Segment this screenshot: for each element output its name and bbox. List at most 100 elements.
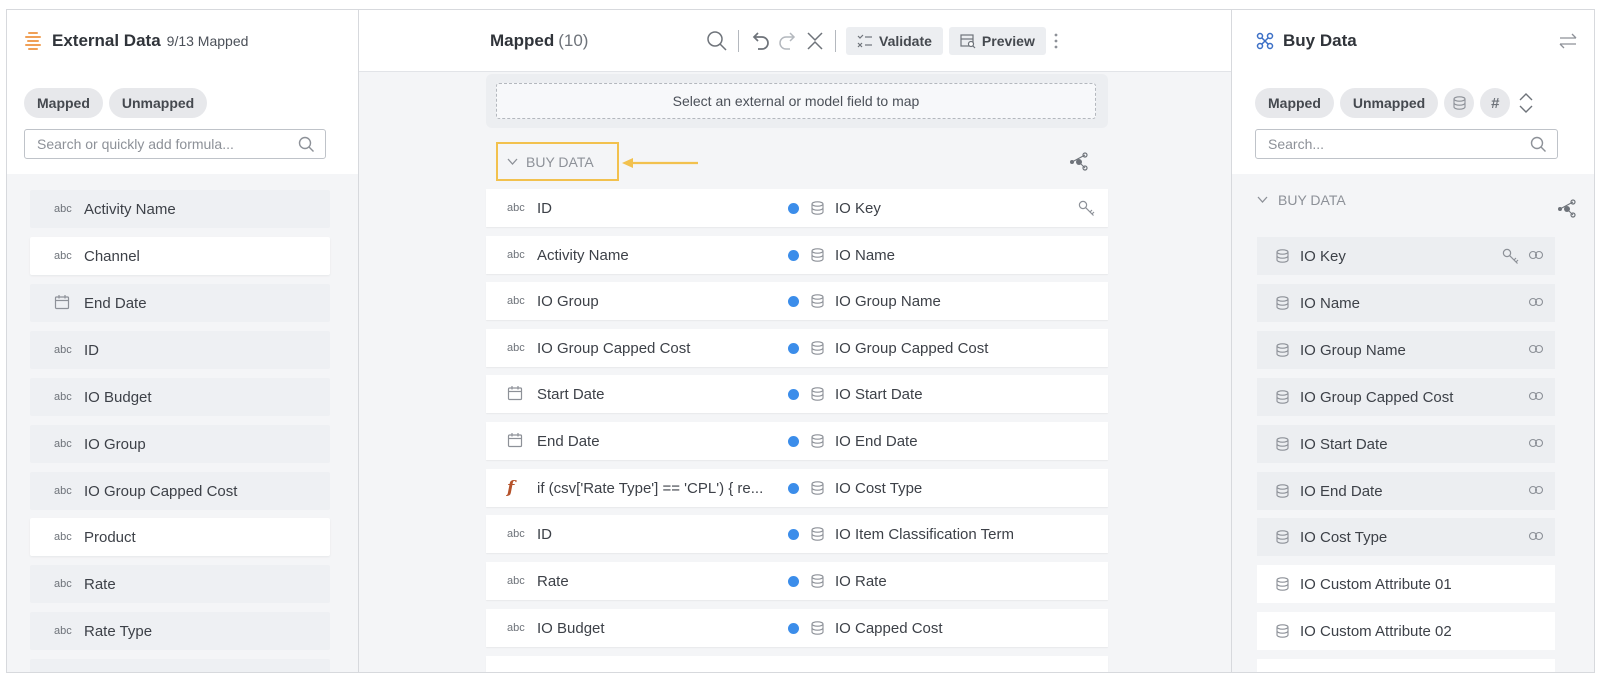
list-item[interactable]: abc Rate Type bbox=[30, 612, 330, 650]
list-item[interactable]: abc Channel bbox=[30, 237, 330, 275]
mapping-row[interactable]: abc Activity Name IO Name bbox=[486, 236, 1108, 274]
target-label: IO Cost Type bbox=[835, 479, 923, 497]
mapping-row[interactable]: abc IO Group Capped Cost IO Group Capped … bbox=[486, 329, 1108, 367]
list-item[interactable]: abc IO Group bbox=[30, 425, 330, 463]
sort-icon[interactable] bbox=[1516, 88, 1536, 118]
panel-title: External Data bbox=[52, 31, 161, 50]
text-type-icon: abc bbox=[507, 295, 525, 307]
list-item[interactable]: End Date bbox=[30, 284, 330, 322]
field-label: IO End Date bbox=[1300, 482, 1383, 500]
list-item[interactable]: IO Cost Type bbox=[1257, 518, 1555, 556]
collapse-icon[interactable] bbox=[805, 30, 825, 52]
database-icon bbox=[1453, 96, 1466, 110]
database-icon bbox=[1276, 577, 1289, 591]
mapping-row[interactable]: abc IO Group IO Group Name bbox=[486, 282, 1108, 320]
mapping-source: f if (csv['Rate Type'] == 'CPL') { re... bbox=[486, 478, 788, 498]
more-options-icon[interactable] bbox=[1052, 30, 1060, 52]
mapping-source: abc IO Group bbox=[486, 293, 788, 310]
mapping-connector-dot bbox=[788, 295, 799, 307]
mapping-row[interactable]: abc Rate IO Rate bbox=[486, 562, 1108, 600]
list-item[interactable]: abc IO Budget bbox=[30, 378, 330, 416]
graph-icon[interactable] bbox=[1557, 198, 1577, 218]
mapping-row[interactable]: f if (csv['Rate Type'] == 'CPL') { re... … bbox=[486, 469, 1108, 507]
field-label: ID bbox=[84, 341, 99, 359]
filter-pills: Mapped Unmapped # bbox=[1255, 88, 1536, 118]
list-item[interactable] bbox=[30, 659, 330, 672]
target-label: IO Rate bbox=[835, 572, 887, 590]
list-item[interactable]: abc IO Group Capped Cost bbox=[30, 472, 330, 510]
list-item[interactable]: IO Custom Attribute 01 bbox=[1257, 565, 1555, 603]
mapping-row[interactable]: abc IO Budget IO Capped Cost bbox=[486, 609, 1108, 647]
filter-mapped[interactable]: Mapped bbox=[1255, 88, 1334, 118]
target-label: IO Group Name bbox=[835, 292, 941, 310]
map-drop-zone[interactable]: Select an external or model field to map bbox=[496, 83, 1096, 119]
mapping-row[interactable]: Start Date IO Start Date bbox=[486, 375, 1108, 413]
mapping-row[interactable] bbox=[486, 656, 1108, 672]
list-item[interactable]: IO Key bbox=[1257, 237, 1555, 275]
list-item[interactable]: IO Group Name bbox=[1257, 331, 1555, 369]
database-filter-button[interactable] bbox=[1444, 88, 1475, 118]
graph-icon[interactable] bbox=[1069, 151, 1089, 171]
external-search-input[interactable] bbox=[37, 136, 298, 152]
list-item[interactable]: IO Name bbox=[1257, 284, 1555, 322]
panel-title: Buy Data bbox=[1283, 31, 1357, 50]
source-label: if (csv['Rate Type'] == 'CPL') { re... bbox=[537, 479, 764, 497]
database-icon bbox=[811, 248, 824, 262]
link-icon[interactable] bbox=[1528, 437, 1544, 449]
source-label: IO Budget bbox=[537, 619, 605, 637]
database-icon bbox=[811, 574, 824, 588]
mapping-source: abc Rate bbox=[486, 573, 788, 590]
field-label: Activity Name bbox=[84, 200, 176, 218]
list-item[interactable]: IO Group Capped Cost bbox=[1257, 378, 1555, 416]
mapping-connector-dot bbox=[788, 482, 799, 494]
list-item[interactable] bbox=[1257, 659, 1555, 672]
list-item[interactable]: abc ID bbox=[30, 331, 330, 369]
text-type-icon: abc bbox=[507, 202, 525, 214]
link-icon[interactable] bbox=[1528, 343, 1544, 355]
text-type-icon: abc bbox=[507, 575, 525, 587]
buy-data-search-input[interactable] bbox=[1268, 136, 1530, 152]
divider bbox=[738, 30, 739, 52]
search-icon[interactable] bbox=[298, 136, 315, 153]
field-label: Rate Type bbox=[84, 622, 153, 640]
filter-unmapped[interactable]: Unmapped bbox=[108, 88, 208, 118]
mapping-connector-dot bbox=[788, 528, 799, 540]
database-icon bbox=[811, 434, 824, 448]
group-header-buy-data[interactable]: BUY DATA bbox=[496, 142, 619, 181]
mapping-source: abc ID bbox=[486, 200, 788, 217]
list-item[interactable]: IO Start Date bbox=[1257, 425, 1555, 463]
hash-filter-button[interactable]: # bbox=[1480, 88, 1511, 118]
filter-mapped[interactable]: Mapped bbox=[24, 88, 103, 118]
text-type-icon: abc bbox=[507, 622, 525, 634]
undo-icon[interactable] bbox=[749, 30, 771, 52]
redo-icon[interactable] bbox=[777, 30, 799, 52]
database-icon bbox=[1276, 484, 1289, 498]
link-icon[interactable] bbox=[1528, 390, 1544, 402]
mapping-row[interactable]: End Date IO End Date bbox=[486, 422, 1108, 460]
mapping-row[interactable]: abc ID IO Item Classification Term bbox=[486, 515, 1108, 553]
search-icon[interactable] bbox=[706, 30, 728, 52]
link-icon[interactable] bbox=[1528, 484, 1544, 496]
group-label: BUY DATA bbox=[1278, 192, 1346, 208]
buy-data-search bbox=[1255, 129, 1558, 159]
mapping-connector-dot bbox=[788, 388, 799, 400]
list-item[interactable]: abc Product bbox=[30, 518, 330, 556]
mapping-row[interactable]: abc ID IO Key bbox=[486, 189, 1108, 227]
list-item[interactable]: IO Custom Attribute 02 bbox=[1257, 612, 1555, 650]
search-icon[interactable] bbox=[1530, 136, 1547, 153]
source-label: Start Date bbox=[537, 385, 605, 403]
list-item[interactable]: IO End Date bbox=[1257, 472, 1555, 510]
link-icon[interactable] bbox=[1528, 249, 1544, 261]
filter-unmapped[interactable]: Unmapped bbox=[1339, 88, 1439, 118]
link-icon[interactable] bbox=[1528, 530, 1544, 542]
swap-icon[interactable] bbox=[1557, 31, 1579, 51]
validate-button[interactable]: Validate bbox=[846, 27, 943, 55]
database-icon bbox=[811, 481, 824, 495]
list-item[interactable]: abc Activity Name bbox=[30, 190, 330, 228]
list-item[interactable]: abc Rate bbox=[30, 565, 330, 603]
preview-button[interactable]: Preview bbox=[948, 27, 1046, 55]
validate-icon bbox=[857, 34, 872, 48]
group-header-buy-data[interactable]: BUY DATA bbox=[1257, 192, 1346, 208]
link-icon[interactable] bbox=[1528, 296, 1544, 308]
field-label: IO Budget bbox=[84, 388, 152, 406]
